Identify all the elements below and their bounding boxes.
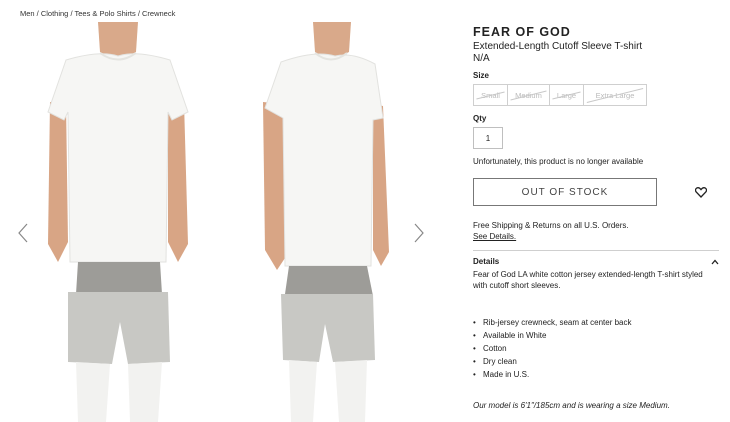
list-item: Available in White <box>473 329 719 342</box>
chevron-right-icon[interactable] <box>412 222 426 244</box>
size-option-small[interactable]: Small <box>474 85 508 105</box>
product-info: FEAR OF GOD Extended-Length Cutoff Sleev… <box>473 25 719 410</box>
brand-name[interactable]: FEAR OF GOD <box>473 25 719 39</box>
out-of-stock-button[interactable]: OUT OF STOCK <box>473 178 657 206</box>
size-option-medium[interactable]: Medium <box>508 85 550 105</box>
breadcrumb[interactable]: Men / Clothing / Tees & Polo Shirts / Cr… <box>20 9 175 18</box>
details-title: Details <box>473 257 500 266</box>
product-price: N/A <box>473 53 490 64</box>
availability-message: Unfortunately, this product is no longer… <box>473 157 644 166</box>
list-item: Rib-jersey crewneck, seam at center back <box>473 316 719 329</box>
chevron-left-icon[interactable] <box>16 222 30 244</box>
product-name: Extended-Length Cutoff Sleeve T-shirt <box>473 41 643 52</box>
size-selector[interactable]: Small Medium Large Extra Large <box>473 84 647 106</box>
quantity-input[interactable]: 1 <box>473 127 503 149</box>
chevron-up-icon[interactable] <box>711 259 719 265</box>
product-image-front <box>38 22 198 422</box>
list-item: Cotton <box>473 342 719 355</box>
heart-icon[interactable] <box>695 186 707 198</box>
see-details-link[interactable]: See Details. <box>473 231 719 242</box>
shipping-text: Free Shipping & Returns on all U.S. Orde… <box>473 221 629 230</box>
details-description: Fear of God LA white cotton jersey exten… <box>473 270 703 290</box>
list-item: Made in U.S. <box>473 368 719 381</box>
shipping-info: Free Shipping & Returns on all U.S. Orde… <box>473 220 719 242</box>
details-bullets: Rib-jersey crewneck, seam at center back… <box>473 316 719 381</box>
product-gallery <box>0 22 440 422</box>
list-item: Dry clean <box>473 355 719 368</box>
qty-label: Qty <box>473 114 487 123</box>
product-image-side <box>255 22 405 422</box>
divider <box>473 250 719 251</box>
cta-row: OUT OF STOCK <box>473 178 719 206</box>
size-option-extra-large[interactable]: Extra Large <box>584 85 646 105</box>
model-size-note: Our model is 6'1"/185cm and is wearing a… <box>473 401 670 410</box>
details-header[interactable]: Details <box>473 257 719 266</box>
size-option-large[interactable]: Large <box>550 85 584 105</box>
size-label: Size <box>473 71 490 80</box>
